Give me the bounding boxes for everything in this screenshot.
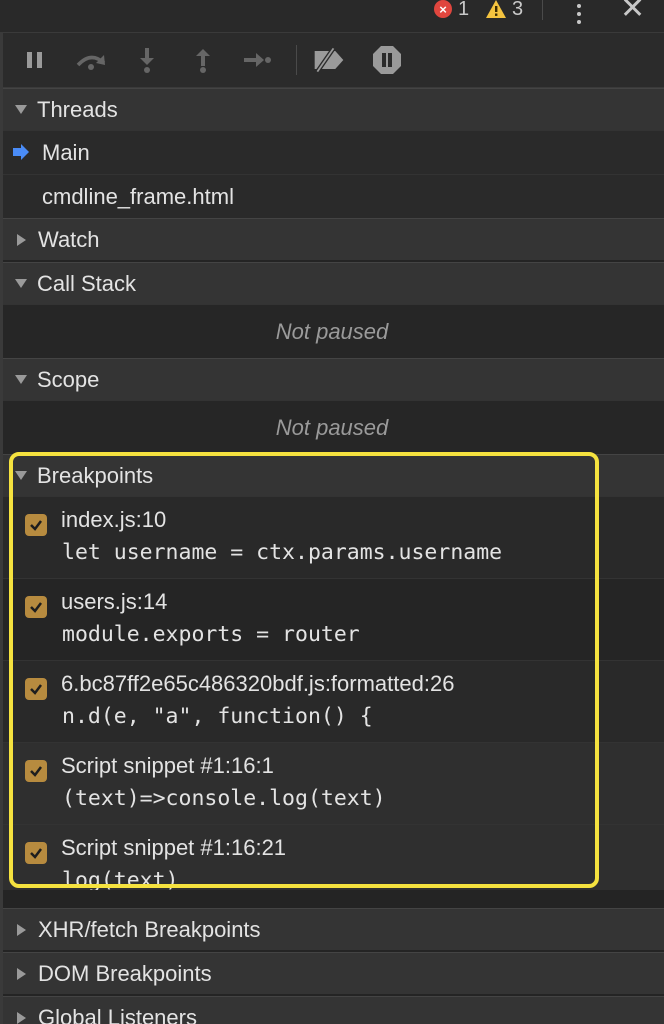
breakpoint-item[interactable]: Script snippet #1:16:1 (text)=>console.l… bbox=[0, 742, 664, 824]
dom-breakpoints-section-header[interactable]: DOM Breakpoints bbox=[0, 952, 664, 994]
caret-down-icon bbox=[15, 375, 27, 384]
caret-right-icon bbox=[17, 1011, 26, 1024]
breakpoint-code: log(text) bbox=[62, 868, 179, 890]
xhr-breakpoints-section-header[interactable]: XHR/fetch Breakpoints bbox=[0, 908, 664, 950]
caret-down-icon bbox=[15, 279, 27, 288]
breakpoint-location[interactable]: Script snippet #1:16:21 bbox=[61, 835, 286, 861]
pause-icon[interactable] bbox=[18, 45, 52, 75]
scope-empty: Not paused bbox=[0, 400, 664, 454]
close-icon[interactable]: ✕ bbox=[620, 0, 645, 24]
watch-section-header[interactable]: Watch bbox=[0, 218, 664, 260]
warning-count: 3 bbox=[512, 0, 524, 20]
panel-left-border bbox=[0, 32, 3, 1024]
error-badge[interactable]: × 1 bbox=[434, 0, 469, 20]
breakpoint-location[interactable]: index.js:10 bbox=[61, 507, 166, 533]
call-stack-empty: Not paused bbox=[0, 304, 664, 358]
caret-down-icon bbox=[15, 105, 27, 114]
thread-item-cmdline-frame[interactable]: cmdline_frame.html bbox=[0, 174, 664, 218]
caret-down-icon bbox=[15, 471, 27, 480]
scope-section-header[interactable]: Scope bbox=[0, 358, 664, 400]
error-count: 1 bbox=[458, 0, 470, 20]
breakpoint-item[interactable]: Script snippet #1:16:21 log(text) bbox=[0, 824, 664, 890]
debug-toolbar bbox=[0, 32, 664, 88]
thread-label: Main bbox=[42, 139, 90, 165]
more-options-icon[interactable] bbox=[570, 2, 588, 24]
toolbar-divider bbox=[542, 0, 543, 20]
section-title: Watch bbox=[38, 226, 100, 252]
breakpoint-checkbox[interactable] bbox=[25, 842, 47, 864]
breakpoint-checkbox[interactable] bbox=[25, 514, 47, 536]
warning-icon bbox=[486, 0, 506, 18]
caret-right-icon bbox=[17, 967, 26, 980]
breakpoint-code: (text)=>console.log(text) bbox=[62, 786, 386, 811]
caret-right-icon bbox=[17, 923, 26, 936]
section-title: Global Listeners bbox=[38, 1004, 197, 1024]
deactivate-breakpoints-icon[interactable] bbox=[312, 45, 346, 75]
threads-section-header[interactable]: Threads bbox=[0, 88, 664, 130]
caret-right-icon bbox=[17, 233, 26, 246]
breakpoint-code: module.exports = router bbox=[62, 622, 360, 647]
section-title: Threads bbox=[37, 96, 118, 122]
step-over-icon[interactable] bbox=[74, 45, 108, 75]
thread-item-main[interactable]: Main bbox=[0, 130, 664, 174]
status-bar: × 1 3 ✕ bbox=[0, 0, 664, 32]
section-title: Call Stack bbox=[37, 270, 137, 296]
breakpoint-location[interactable]: Script snippet #1:16:1 bbox=[61, 753, 274, 779]
global-listeners-section-header[interactable]: Global Listeners bbox=[0, 996, 664, 1024]
step-out-icon[interactable] bbox=[186, 45, 220, 75]
section-title: Breakpoints bbox=[37, 462, 154, 488]
empty-message: Not paused bbox=[275, 318, 389, 344]
current-thread-arrow-icon bbox=[13, 144, 29, 160]
step-icon[interactable] bbox=[240, 45, 274, 75]
toolbar-divider bbox=[296, 45, 297, 75]
breakpoint-code: n.d(e, "a", function() { bbox=[62, 704, 373, 729]
breakpoints-section-header[interactable]: Breakpoints bbox=[0, 454, 664, 496]
breakpoint-item[interactable]: index.js:10 let username = ctx.params.us… bbox=[0, 496, 664, 578]
breakpoint-location[interactable]: 6.bc87ff2e65c486320bdf.js:formatted:26 bbox=[61, 671, 454, 697]
breakpoint-location[interactable]: users.js:14 bbox=[61, 589, 167, 615]
error-icon: × bbox=[434, 0, 452, 18]
section-title: DOM Breakpoints bbox=[38, 960, 212, 986]
debugger-panel: × 1 3 ✕ Threads Main cmdline_frame.html … bbox=[0, 0, 664, 1024]
breakpoint-checkbox[interactable] bbox=[25, 760, 47, 782]
breakpoint-item[interactable]: users.js:14 module.exports = router bbox=[0, 578, 664, 660]
section-title: Scope bbox=[37, 366, 100, 392]
breakpoint-checkbox[interactable] bbox=[25, 678, 47, 700]
call-stack-section-header[interactable]: Call Stack bbox=[0, 262, 664, 304]
section-title: XHR/fetch Breakpoints bbox=[38, 916, 261, 942]
step-into-icon[interactable] bbox=[130, 45, 164, 75]
breakpoint-item[interactable]: 6.bc87ff2e65c486320bdf.js:formatted:26 n… bbox=[0, 660, 664, 742]
breakpoint-checkbox[interactable] bbox=[25, 596, 47, 618]
empty-message: Not paused bbox=[275, 414, 389, 440]
thread-label: cmdline_frame.html bbox=[42, 183, 234, 209]
breakpoint-code: let username = ctx.params.username bbox=[62, 540, 503, 565]
pause-on-exceptions-icon[interactable] bbox=[370, 45, 404, 75]
warning-badge[interactable]: 3 bbox=[485, 0, 523, 20]
